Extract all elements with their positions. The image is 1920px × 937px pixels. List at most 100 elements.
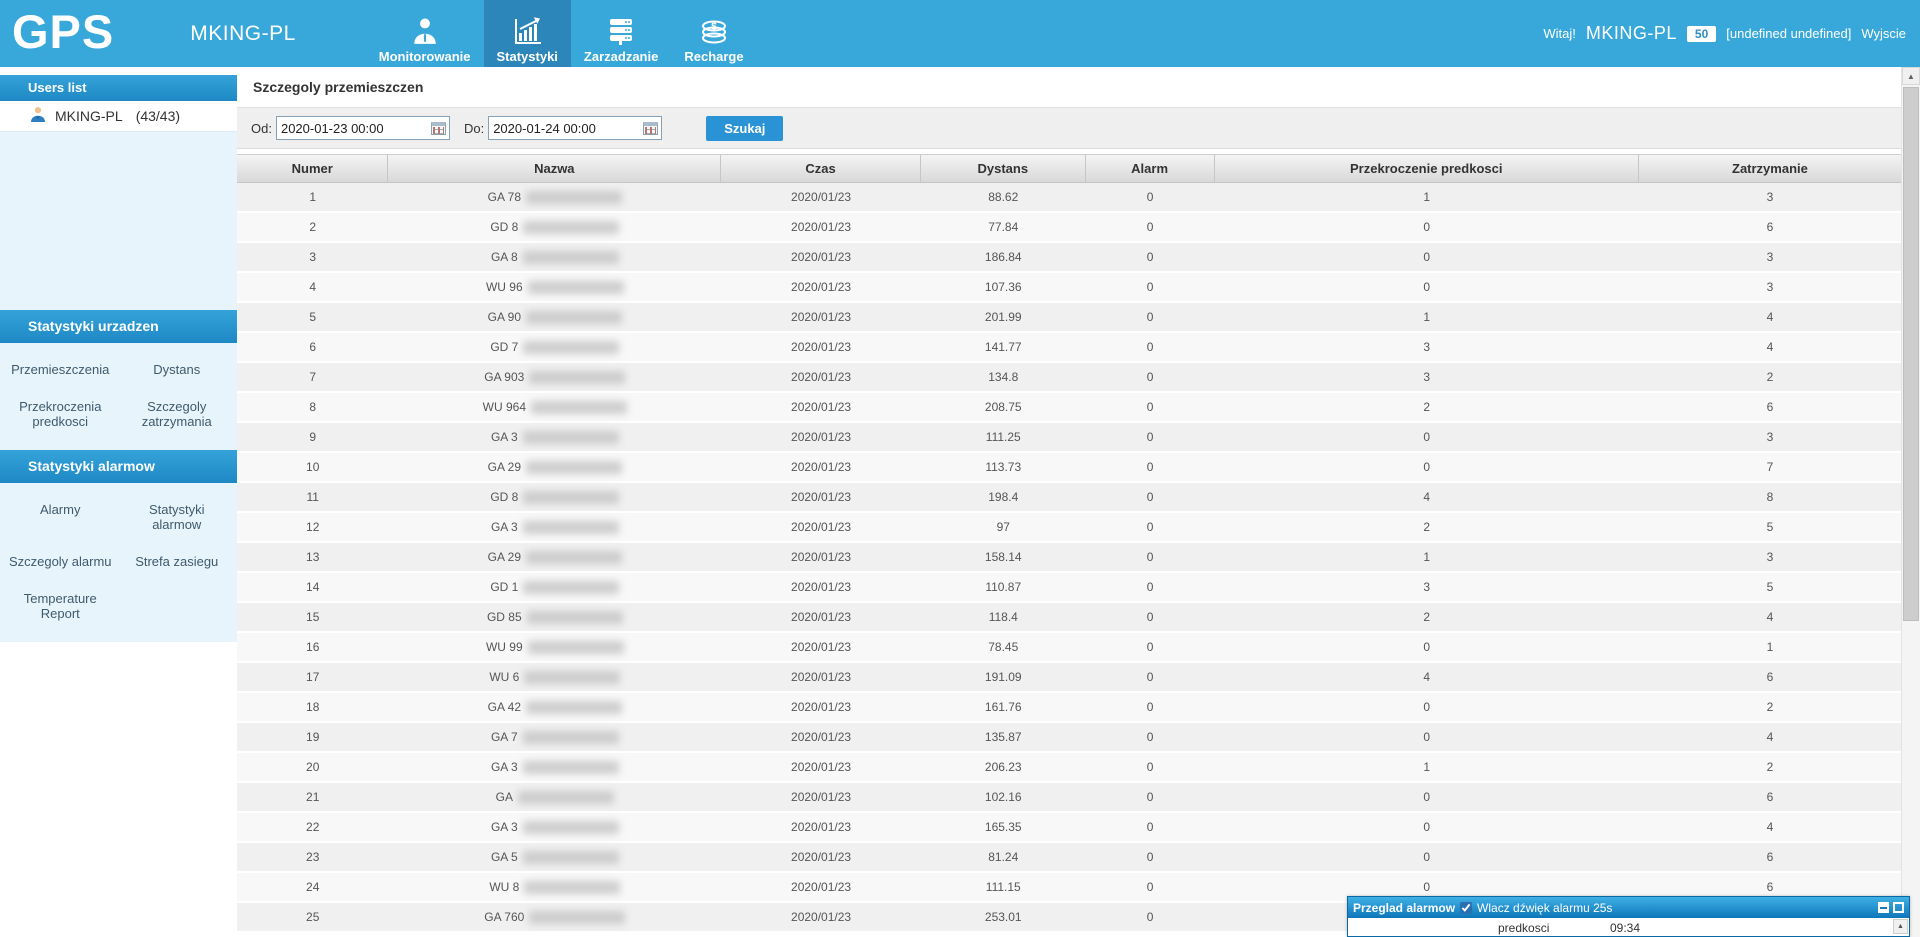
redacted-blur bbox=[523, 521, 619, 534]
sidebar-item-przemieszczenia[interactable]: Przemieszczenia bbox=[2, 351, 119, 388]
user-row[interactable]: MKING-PL (43/43) bbox=[0, 101, 237, 132]
redacted-blur bbox=[523, 251, 619, 264]
nav-recharge[interactable]: $ Recharge bbox=[671, 0, 756, 67]
scrollbar-thumb[interactable] bbox=[1903, 87, 1919, 621]
table-row[interactable]: 8WU 9642020/01/23208.75026 bbox=[237, 393, 1901, 423]
table-row[interactable]: 18GA 422020/01/23161.76002 bbox=[237, 693, 1901, 723]
count-badge[interactable]: 50 bbox=[1687, 26, 1716, 42]
alarm-popup: Przeglad alarmow Wlacz dźwięk alarmu 25s… bbox=[1347, 896, 1910, 937]
alarm-popup-titlebar[interactable]: Przeglad alarmow Wlacz dźwięk alarmu 25s bbox=[1348, 897, 1909, 918]
table-row[interactable]: 20GA 32020/01/23206.23012 bbox=[237, 753, 1901, 783]
table-row[interactable]: 19GA 72020/01/23135.87004 bbox=[237, 723, 1901, 753]
redacted-blur bbox=[528, 281, 624, 294]
cell-czas: 2020/01/23 bbox=[721, 873, 921, 901]
cell-czas: 2020/01/23 bbox=[721, 603, 921, 631]
date-to-input[interactable] bbox=[488, 116, 662, 140]
logout-link[interactable]: Wyjscie bbox=[1861, 26, 1906, 41]
cell-dystans: 97 bbox=[921, 513, 1086, 541]
sidebar-item-przekroczenia-predkosci[interactable]: Przekroczenia predkosci bbox=[2, 388, 119, 440]
table-row[interactable]: 13GA 292020/01/23158.14013 bbox=[237, 543, 1901, 573]
sound-checkbox[interactable] bbox=[1460, 902, 1472, 914]
table-row[interactable]: 23GA 52020/01/2381.24006 bbox=[237, 843, 1901, 873]
svg-text:$: $ bbox=[711, 22, 717, 33]
cell-czas: 2020/01/23 bbox=[721, 573, 921, 601]
table-row[interactable]: 5GA 902020/01/23201.99014 bbox=[237, 303, 1901, 333]
cell-czas: 2020/01/23 bbox=[721, 843, 921, 871]
nav-statystyki[interactable]: Statystyki bbox=[484, 0, 571, 67]
column-header-numer[interactable]: Numer bbox=[237, 155, 388, 182]
popup-scroll-up[interactable]: ▲ bbox=[1893, 919, 1908, 934]
table-row[interactable]: 1GA 782020/01/2388.62013 bbox=[237, 183, 1901, 213]
minimize-icon[interactable] bbox=[1878, 902, 1889, 913]
redacted-blur bbox=[524, 671, 620, 684]
cell-alarm: 0 bbox=[1086, 603, 1215, 631]
table-row[interactable]: 6GD 72020/01/23141.77034 bbox=[237, 333, 1901, 363]
device-name-prefix: GA 78 bbox=[488, 190, 521, 204]
cell-zatrzymanie: 2 bbox=[1639, 693, 1901, 721]
filter-bar: Od: Do: Szukaj bbox=[237, 108, 1901, 149]
cell-zatrzymanie: 6 bbox=[1639, 783, 1901, 811]
table-row[interactable]: 4WU 962020/01/23107.36003 bbox=[237, 273, 1901, 303]
cell-nazwa: GA 903 bbox=[388, 363, 721, 391]
sidebar-item-dystans[interactable]: Dystans bbox=[119, 351, 236, 388]
app-header: GPS MKING-PL Monitorowanie Statystyki Za… bbox=[0, 0, 1920, 67]
table-row[interactable]: 16WU 992020/01/2378.45001 bbox=[237, 633, 1901, 663]
sidebar-item-szczegoly-alarmu[interactable]: Szczegoly alarmu bbox=[2, 543, 119, 580]
nav-monitorowanie[interactable]: Monitorowanie bbox=[366, 0, 484, 67]
cell-zatrzymanie: 3 bbox=[1639, 543, 1901, 571]
nav-zarzadzanie[interactable]: Zarzadzanie bbox=[571, 0, 671, 67]
table-row[interactable]: 9GA 32020/01/23111.25003 bbox=[237, 423, 1901, 453]
cell-alarm: 0 bbox=[1086, 873, 1215, 901]
table-row[interactable]: 22GA 32020/01/23165.35004 bbox=[237, 813, 1901, 843]
cell-dystans: 135.87 bbox=[921, 723, 1086, 751]
sidebar-item-temperature-report[interactable]: Temperature Report bbox=[2, 580, 119, 632]
cell-numer: 17 bbox=[237, 663, 388, 691]
table-row[interactable]: 14GD 12020/01/23110.87035 bbox=[237, 573, 1901, 603]
sidebar-item-alarmy[interactable]: Alarmy bbox=[2, 491, 119, 543]
cell-czas: 2020/01/23 bbox=[721, 303, 921, 331]
column-header-dystans[interactable]: Dystans bbox=[921, 155, 1086, 182]
person-icon bbox=[412, 15, 438, 47]
nav-label: Zarzadzanie bbox=[584, 49, 658, 64]
cell-alarm: 0 bbox=[1086, 303, 1215, 331]
table-row[interactable]: 15GD 852020/01/23118.4024 bbox=[237, 603, 1901, 633]
table-row[interactable]: 17WU 62020/01/23191.09046 bbox=[237, 663, 1901, 693]
column-header-zatrzymanie[interactable]: Zatrzymanie bbox=[1639, 155, 1901, 182]
cell-nazwa: GA 7 bbox=[388, 723, 721, 751]
date-from-input[interactable] bbox=[276, 116, 450, 140]
table-row[interactable]: 7GA 9032020/01/23134.8032 bbox=[237, 363, 1901, 393]
scroll-up-button[interactable]: ▲ bbox=[1902, 67, 1920, 85]
column-header-nazwa[interactable]: Nazwa bbox=[388, 155, 721, 182]
table-row[interactable]: 2GD 82020/01/2377.84006 bbox=[237, 213, 1901, 243]
table-header: Numer Nazwa Czas Dystans Alarm Przekrocz… bbox=[237, 154, 1901, 183]
table-row[interactable]: 11GD 82020/01/23198.4048 bbox=[237, 483, 1901, 513]
cell-przekroczenie: 0 bbox=[1215, 783, 1639, 811]
sidebar-spacer bbox=[0, 132, 237, 310]
table-row[interactable]: 12GA 32020/01/2397025 bbox=[237, 513, 1901, 543]
calendar-icon[interactable] bbox=[431, 122, 446, 135]
device-name-prefix: GA 5 bbox=[491, 850, 518, 864]
main-scrollbar[interactable]: ▲ bbox=[1901, 67, 1920, 937]
table-row[interactable]: 3GA 82020/01/23186.84003 bbox=[237, 243, 1901, 273]
sidebar-item-statystyki-alarmow[interactable]: Statystyki alarmow bbox=[119, 491, 236, 543]
device-name-prefix: GD 85 bbox=[487, 610, 522, 624]
sidebar-item-szczegoly-zatrzymania[interactable]: Szczegoly zatrzymania bbox=[119, 388, 236, 440]
calendar-icon[interactable] bbox=[643, 122, 658, 135]
device-name-prefix: GD 8 bbox=[490, 490, 518, 504]
cell-przekroczenie: 3 bbox=[1215, 573, 1639, 601]
cell-dystans: 111.15 bbox=[921, 873, 1086, 901]
cell-zatrzymanie: 3 bbox=[1639, 423, 1901, 451]
column-header-przekroczenie[interactable]: Przekroczenie predkosci bbox=[1215, 155, 1639, 182]
table-row[interactable]: 10GA 292020/01/23113.73007 bbox=[237, 453, 1901, 483]
sidebar-item-strefa-zasiegu[interactable]: Strefa zasiegu bbox=[119, 543, 236, 580]
cell-numer: 8 bbox=[237, 393, 388, 421]
cell-dystans: 110.87 bbox=[921, 573, 1086, 601]
search-button[interactable]: Szukaj bbox=[706, 116, 783, 141]
cell-przekroczenie: 0 bbox=[1215, 813, 1639, 841]
redacted-blur bbox=[526, 551, 622, 564]
column-header-czas[interactable]: Czas bbox=[721, 155, 921, 182]
cell-numer: 25 bbox=[237, 903, 388, 931]
table-row[interactable]: 21GA2020/01/23102.16006 bbox=[237, 783, 1901, 813]
column-header-alarm[interactable]: Alarm bbox=[1086, 155, 1215, 182]
restore-icon[interactable] bbox=[1893, 902, 1904, 913]
